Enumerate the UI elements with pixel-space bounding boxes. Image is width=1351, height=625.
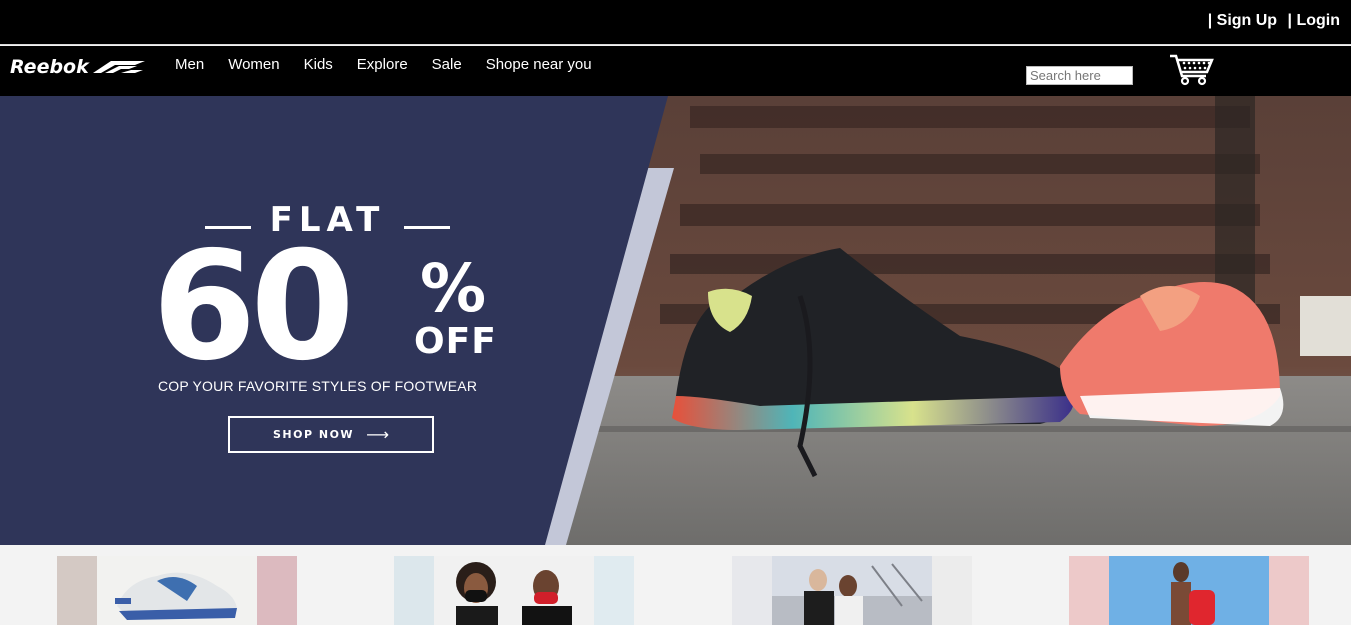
login-link[interactable]: | Login — [1288, 12, 1340, 29]
main-nav: Reebok Men Women Kids Explore Sale Shope… — [0, 46, 1351, 96]
promo-tagline: COP YOUR FAVORITE STYLES OF FOOTWEAR — [158, 378, 478, 394]
divider-line — [403, 225, 450, 229]
backpack-card[interactable] — [1069, 556, 1309, 625]
nav-item-men[interactable]: Men — [175, 56, 204, 73]
masks-image — [434, 556, 594, 625]
auth-links: | Sign Up | Login — [1202, 12, 1340, 30]
discount-number: 60 — [152, 220, 355, 394]
shop-now-label: SHOP NOW — [273, 428, 355, 441]
apparel-card[interactable] — [732, 556, 972, 625]
percent-sign: % — [420, 250, 487, 327]
shoe-card[interactable] — [57, 556, 297, 625]
top-bar: | Sign Up | Login — [0, 0, 1351, 45]
nav-item-explore[interactable]: Explore — [357, 56, 408, 73]
arrow-right-icon: ⟶ — [366, 425, 389, 444]
search-input[interactable] — [1026, 66, 1133, 85]
shopping-cart-icon[interactable] — [1168, 50, 1214, 91]
nav-menu: Men Women Kids Explore Sale Shope near y… — [175, 56, 616, 73]
logo-wordmark: Reebok — [10, 56, 89, 78]
off-label: OFF — [414, 321, 497, 362]
nav-item-shop-near-you[interactable]: Shope near you — [486, 56, 592, 73]
hero-banner[interactable]: FLAT 60 % OFF COP YOUR FAVORITE STYLES O… — [0, 96, 1351, 545]
shop-now-button[interactable]: SHOP NOW ⟶ — [228, 416, 434, 453]
backpack-image — [1109, 556, 1269, 625]
masks-card[interactable] — [394, 556, 634, 625]
nav-item-women[interactable]: Women — [228, 56, 279, 73]
shoe-image — [97, 556, 257, 625]
reebok-logo[interactable]: Reebok — [10, 56, 147, 78]
promo-panel: FLAT 60 % OFF COP YOUR FAVORITE STYLES O… — [0, 96, 660, 545]
sign-up-link[interactable]: | Sign Up — [1208, 12, 1277, 29]
nav-item-kids[interactable]: Kids — [304, 56, 333, 73]
nav-item-sale[interactable]: Sale — [432, 56, 462, 73]
reebok-vector-icon — [92, 61, 145, 73]
product-cards-row — [0, 545, 1351, 625]
apparel-image — [772, 556, 932, 625]
